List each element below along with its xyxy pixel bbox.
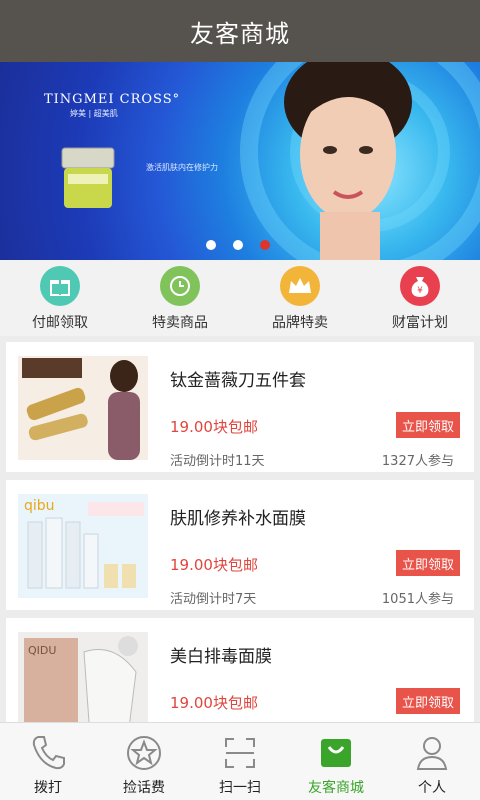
product-name: 美白排毒面膜 [170, 647, 272, 667]
participant-count: 1051人参与 [381, 592, 454, 607]
pagination-dot[interactable] [206, 240, 216, 250]
tab-label: 拨打 [34, 780, 62, 796]
product-thumbnail: qibu [18, 494, 148, 598]
model-portrait-image [284, 62, 412, 260]
banner-brand: TINGMEI CROSS° [44, 92, 181, 107]
quick-nav-free-shipping[interactable]: 付邮领取 [0, 260, 120, 336]
quick-nav-sale-items[interactable]: 特卖商品 [120, 260, 240, 336]
promo-banner[interactable]: TINGMEI CROSS° 婷美 | 超美肌 激活肌肤内在修护力 [0, 62, 480, 260]
countdown-text: 活动倒计时7天 [170, 592, 257, 607]
svg-text:QIDU: QIDU [28, 644, 56, 657]
banner-tagline: 激活肌肤内在修护力 [146, 163, 218, 172]
product-name: 肤肌修养补水面膜 [170, 509, 306, 529]
product-card[interactable]: 钛金蔷薇刀五件套 19.00块包邮 立即领取 活动倒计时11天 1327人参与 [6, 342, 474, 472]
product-price: 19.00块包邮 [170, 556, 258, 574]
star-icon [127, 736, 161, 770]
product-thumbnail [18, 356, 148, 460]
product-price: 19.00块包邮 [170, 418, 258, 436]
tab-scan[interactable]: 扫一扫 [192, 723, 288, 800]
banner-pagination [206, 240, 270, 250]
tab-call[interactable]: 拨打 [0, 723, 96, 800]
page-title: 友客商城 [190, 19, 290, 48]
person-icon [416, 737, 448, 770]
product-card[interactable]: qibu 肤肌修养补水面膜 19.00块包邮 立即领取 活动倒计时7天 1051… [6, 480, 474, 610]
countdown-text: 活动倒计时11天 [170, 454, 265, 469]
pagination-dot-active[interactable] [260, 240, 270, 250]
product-jar-image [61, 147, 115, 208]
tab-label: 友客商城 [308, 780, 364, 796]
participant-count: 1327人参与 [381, 454, 454, 469]
crown-icon [280, 266, 320, 306]
product-price: 19.00块包邮 [170, 694, 258, 712]
bottom-tab-bar: 拨打 捡话费 扫一扫 友客商城 个人 [0, 722, 480, 800]
tab-label: 捡话费 [123, 780, 165, 796]
scan-icon [225, 738, 255, 768]
tab-label: 个人 [418, 780, 446, 796]
quick-nav-label: 品牌特卖 [272, 315, 328, 331]
tab-label: 扫一扫 [219, 780, 261, 796]
gift-icon [40, 266, 80, 306]
tab-pick-credit[interactable]: 捡话费 [96, 723, 192, 800]
clock-icon [160, 266, 200, 306]
claim-button[interactable]: 立即领取 [396, 688, 460, 714]
quick-nav: 付邮领取 特卖商品 品牌特卖 ¥ 财富计划 [0, 260, 480, 336]
quick-nav-label: 特卖商品 [152, 315, 208, 331]
tab-profile[interactable]: 个人 [384, 723, 480, 800]
svg-text:¥: ¥ [417, 286, 423, 296]
quick-nav-label: 财富计划 [392, 315, 448, 331]
product-thumbnail: QIDU [18, 632, 148, 722]
phone-icon [32, 736, 65, 770]
quick-nav-wealth-plan[interactable]: ¥ 财富计划 [360, 260, 480, 336]
top-bar: 友客商城 [0, 0, 480, 62]
shopping-bag-icon [321, 739, 351, 767]
claim-button[interactable]: 立即领取 [396, 550, 460, 576]
quick-nav-label: 付邮领取 [32, 315, 88, 331]
svg-text:qibu: qibu [24, 498, 55, 514]
quick-nav-brand-sale[interactable]: 品牌特卖 [240, 260, 360, 336]
banner-brand-sub: 婷美 | 超美肌 [70, 109, 118, 118]
claim-button[interactable]: 立即领取 [396, 412, 460, 438]
pagination-dot[interactable] [233, 240, 243, 250]
product-name: 钛金蔷薇刀五件套 [170, 371, 306, 391]
money-bag-icon: ¥ [400, 266, 440, 306]
tab-youke-mall[interactable]: 友客商城 [288, 723, 384, 800]
product-list: 钛金蔷薇刀五件套 19.00块包邮 立即领取 活动倒计时11天 1327人参与 … [0, 336, 480, 722]
product-card[interactable]: QIDU 美白排毒面膜 19.00块包邮 立即领取 [6, 618, 474, 722]
